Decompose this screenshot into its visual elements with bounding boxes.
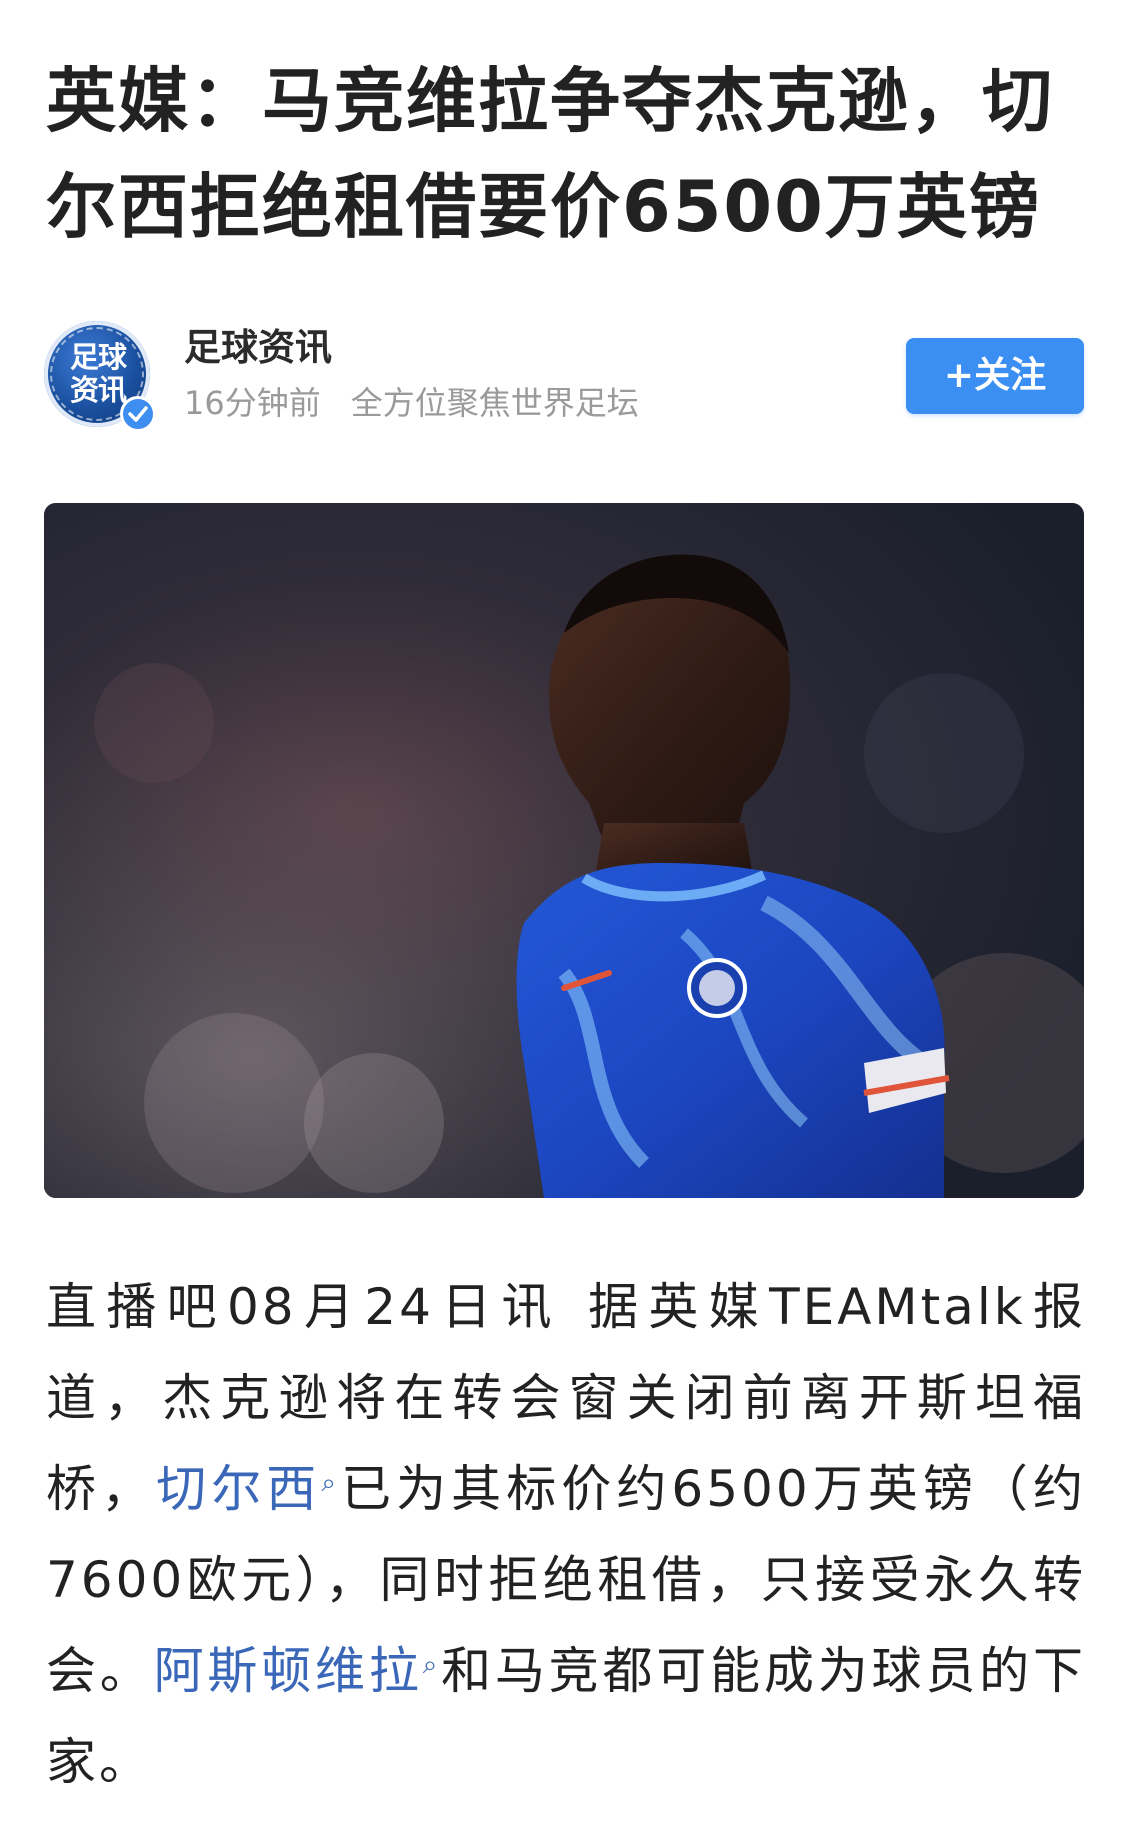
follow-button[interactable]: +关注 [906, 338, 1084, 414]
avatar-logo-text: 足球资讯 [69, 340, 127, 407]
player-photo [44, 503, 1084, 1198]
search-icon[interactable]: ⌕ [423, 1650, 441, 1680]
author-bio: 全方位聚焦世界足坛 [350, 384, 639, 422]
entity-link-aston-villa[interactable]: 阿斯顿维拉 [154, 1642, 423, 1700]
article-page: 英媒：马竞维拉争夺杰克逊，切尔西拒绝租借要价6500万英镑 足球资讯 足球资讯 … [0, 0, 1125, 1825]
article-title: 英媒：马竞维拉争夺杰克逊，切尔西拒绝租借要价6500万英镑 [46, 60, 1054, 248]
entity-link-chelsea[interactable]: 切尔西 [156, 1460, 321, 1518]
author-row: 足球资讯 足球资讯 16分钟前 全方位聚焦世界足坛 +关注 [44, 318, 1084, 432]
search-icon[interactable]: ⌕ [321, 1468, 339, 1498]
author-name[interactable]: 足球资讯 [184, 326, 332, 370]
article-body: 直播吧08月24日讯 据英媒TEAMtalk报道，杰克逊将在转会窗关闭前离开斯坦… [46, 1262, 1086, 1808]
verified-check-icon [120, 396, 156, 432]
author-meta: 16分钟前 全方位聚焦世界足坛 [184, 383, 639, 423]
article-hero-image[interactable] [44, 503, 1084, 1198]
post-time: 16分钟前 [184, 384, 321, 422]
